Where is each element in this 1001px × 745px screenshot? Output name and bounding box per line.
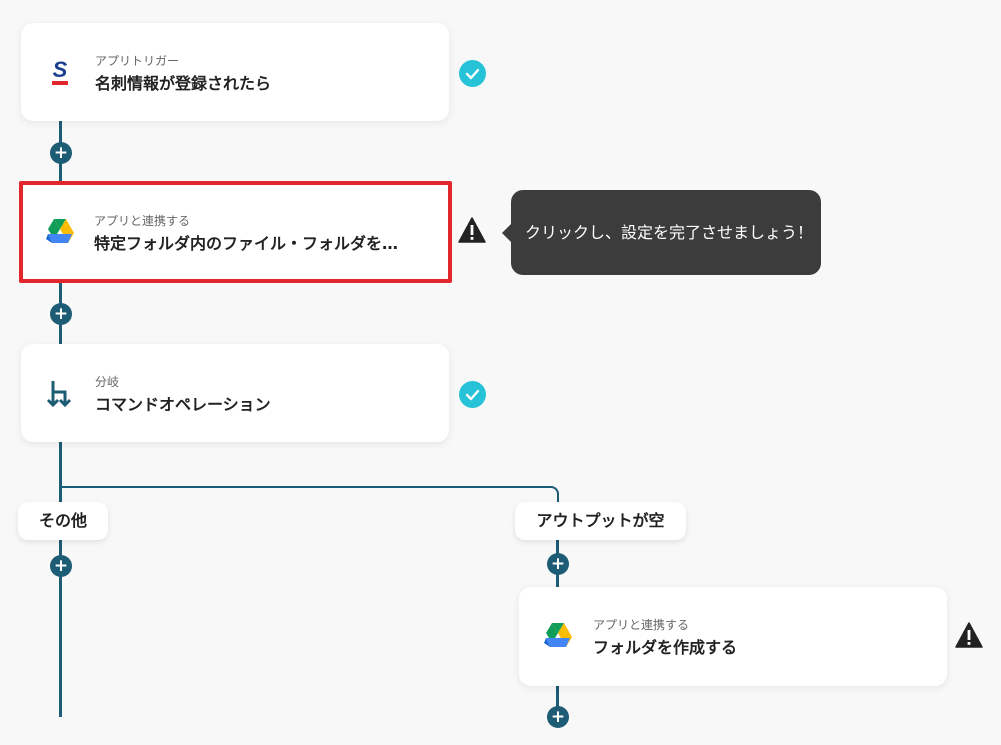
add-step-button[interactable]: + [50,142,72,164]
step-type-label: 分岐 [95,375,120,389]
add-step-button[interactable]: + [50,303,72,325]
step-card-trigger[interactable]: S アプリトリガー 名刺情報が登録されたら [21,23,449,121]
step-title: 名刺情報が登録されたら [95,74,272,93]
step-card-branch[interactable]: 分岐 コマンドオペレーション [21,344,449,442]
connector-line [59,442,62,717]
branch-label-other[interactable]: その他 [18,502,108,540]
step-type-label: アプリトリガー [95,54,180,68]
google-drive-icon [46,219,74,243]
branch-label-output-empty[interactable]: アウトプットが空 [515,502,686,540]
step-card-google-drive-create-folder[interactable]: アプリと連携する フォルダを作成する [519,587,947,686]
step-type-label: アプリと連携する [593,618,690,632]
step-title: 特定フォルダ内のファイル・フォルダを… [94,234,399,253]
connector-line [556,685,559,707]
warning-icon [458,217,486,243]
add-step-button[interactable]: + [547,706,569,728]
step-type-label: アプリと連携する [94,214,191,228]
complete-check-icon [459,60,486,87]
setup-tooltip: クリックし、設定を完了させましょう！ [502,190,821,275]
branch-icon [46,381,72,408]
add-step-button[interactable]: + [50,555,72,577]
google-drive-icon [544,623,572,647]
step-title: フォルダを作成する [593,638,738,657]
svg-text:S: S [53,57,68,82]
branch-connector-line [59,486,559,516]
add-step-button[interactable]: + [547,553,569,575]
step-card-google-drive-search[interactable]: アプリと連携する 特定フォルダ内のファイル・フォルダを… [19,181,452,283]
warning-icon [955,622,983,648]
step-title: コマンドオペレーション [95,395,271,414]
complete-check-icon [459,381,486,408]
sansan-icon: S [52,57,68,85]
